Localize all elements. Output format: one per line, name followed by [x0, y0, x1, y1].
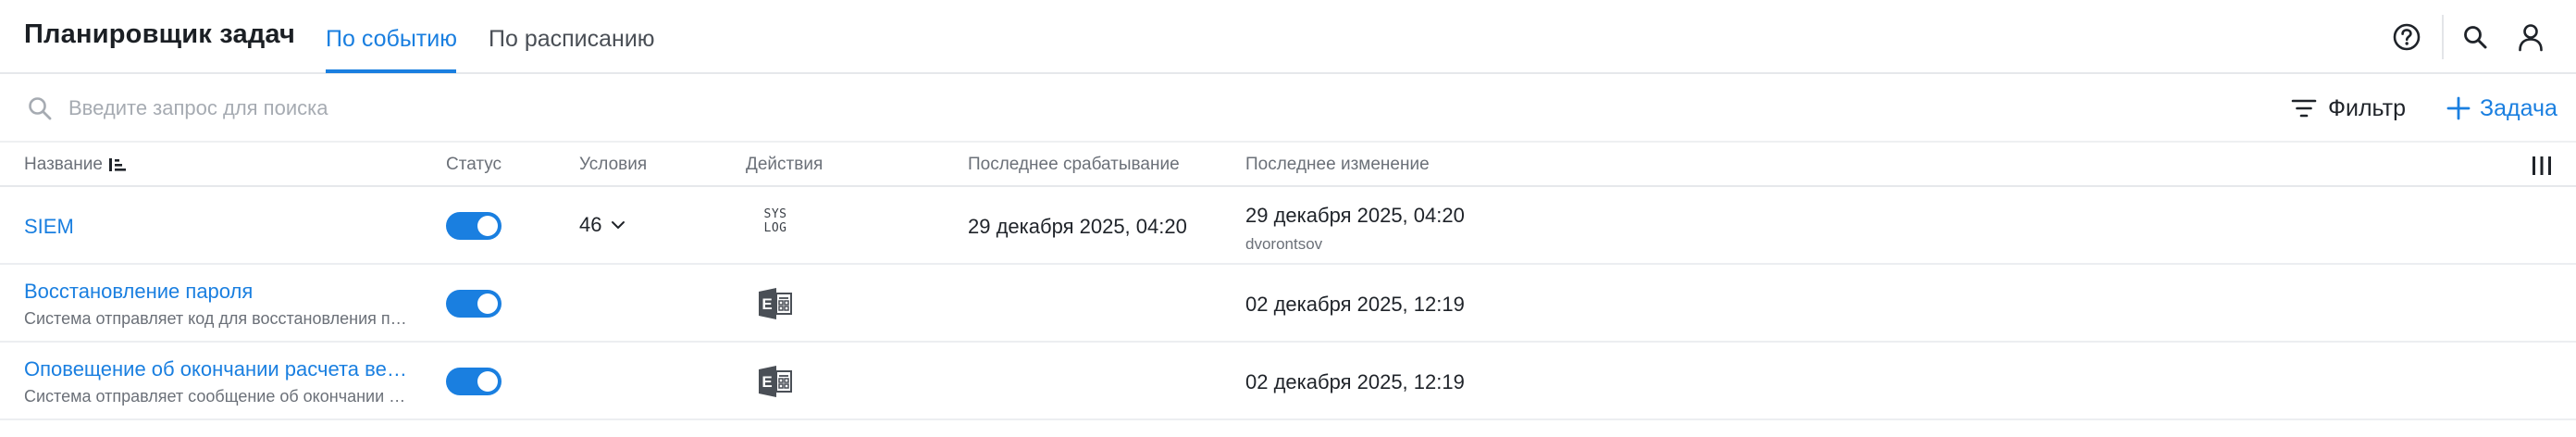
sort-icon[interactable] [108, 156, 127, 174]
status-toggle[interactable] [446, 290, 502, 318]
conditions-count: 46 [579, 213, 602, 236]
search-bar: Фильтр Задача [0, 74, 2576, 143]
exchange-icon: E [759, 366, 792, 397]
task-name-link[interactable]: Восстановление пароля [24, 280, 253, 304]
table-row[interactable]: Оповещение об окончании расчета вектора … [0, 343, 2576, 420]
task-description: Система отправляет код для восстановлени… [24, 309, 409, 328]
help-icon[interactable] [2388, 19, 2425, 56]
task-description: Система отправляет сообщение об окончани… [24, 387, 409, 406]
column-header-actions: Действия [746, 155, 824, 174]
status-toggle[interactable] [446, 212, 502, 240]
filter-button[interactable]: Фильтр [2291, 91, 2406, 126]
svg-text:E: E [762, 295, 772, 313]
table-row[interactable]: Восстановление пароля Система отправляет… [0, 265, 2576, 343]
column-header-last-modified: Последнее изменение [1245, 155, 1430, 174]
search-field-icon [29, 97, 52, 120]
column-header-conditions: Условия [579, 155, 648, 174]
modified-by: dvorontsov [1245, 235, 1323, 253]
last-modified: 29 декабря 2025, 04:20 [1245, 204, 1465, 227]
active-tab-indicator [326, 69, 456, 73]
toggle-knob [477, 293, 498, 314]
toggle-knob [477, 371, 498, 392]
tab-by-event[interactable]: По событию [326, 26, 457, 53]
table-header: Название Статус Условия Действия Последн… [0, 143, 2576, 187]
toggle-knob [477, 216, 498, 236]
column-header-name[interactable]: Название [24, 155, 103, 175]
exchange-icon: E [759, 288, 792, 319]
task-name-link[interactable]: Оповещение об окончании расчета вектора [24, 357, 413, 381]
page-title: Планировщик задач [24, 19, 296, 49]
column-header-status: Статус [446, 155, 502, 174]
add-task-label: Задача [2480, 94, 2557, 121]
user-icon[interactable] [2512, 19, 2549, 56]
svg-text:E: E [762, 373, 772, 391]
last-modified: 02 декабря 2025, 12:19 [1245, 370, 1465, 393]
search-icon[interactable] [2457, 19, 2494, 56]
search-input[interactable] [67, 91, 1181, 126]
plus-icon [2446, 96, 2471, 120]
add-task-button[interactable]: Задача [2446, 91, 2557, 126]
filter-label: Фильтр [2328, 94, 2406, 121]
filter-icon [2291, 99, 2317, 118]
conditions-dropdown[interactable]: 46 [579, 213, 625, 237]
chevron-down-icon [612, 221, 625, 229]
syslog-icon: SYS LOG [763, 207, 787, 235]
last-modified: 02 декабря 2025, 12:19 [1245, 293, 1465, 316]
tab-by-schedule[interactable]: По расписанию [489, 26, 655, 53]
last-triggered: 29 декабря 2025, 04:20 [968, 215, 1187, 238]
header-divider [2442, 15, 2444, 59]
app-header: Планировщик задач По событию По расписан… [0, 0, 2576, 74]
table-row[interactable]: SIEM 46 SYS LOG 29 декабря 2025, 04:20 29… [0, 187, 2576, 265]
columns-settings-icon[interactable] [2530, 154, 2554, 178]
task-name-link[interactable]: SIEM [24, 215, 74, 239]
status-toggle[interactable] [446, 368, 502, 395]
column-header-last-triggered: Последнее срабатывание [968, 155, 1180, 174]
